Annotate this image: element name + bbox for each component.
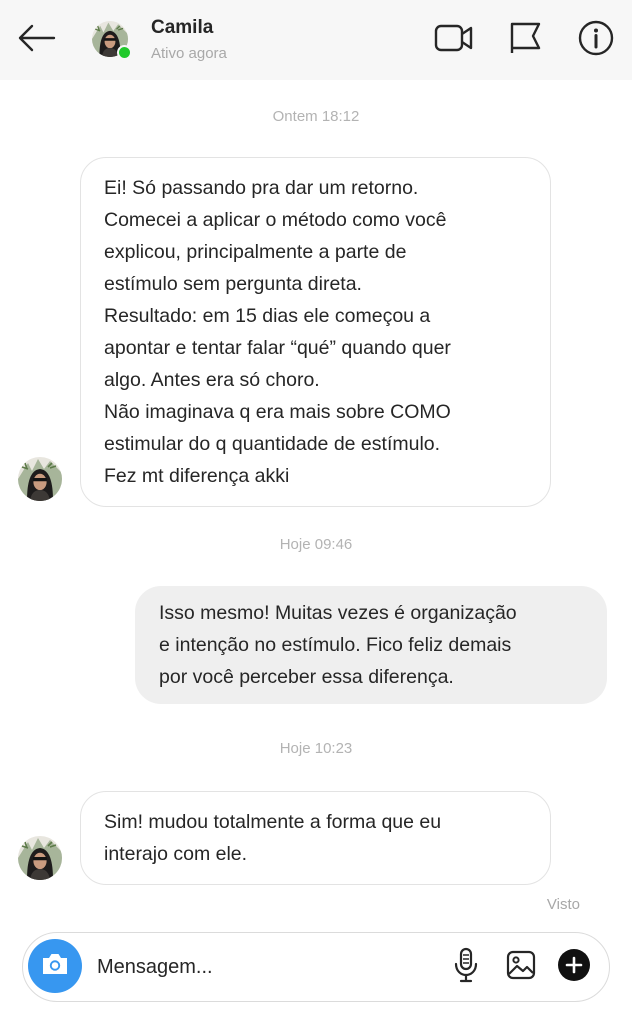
- contact-status: Ativo agora: [151, 45, 227, 62]
- incoming-message-bubble[interactable]: Sim! mudou totalmente a forma que eu int…: [80, 791, 551, 885]
- info-button[interactable]: [576, 20, 616, 60]
- message-line: Ei! Só passando pra dar um retorno.: [104, 177, 419, 199]
- message-line: Isso mesmo! Muitas vezes é organização: [159, 602, 517, 624]
- camera-icon: [40, 951, 70, 982]
- video-call-button[interactable]: [434, 20, 474, 60]
- contact-avatar[interactable]: [92, 21, 132, 60]
- camera-button[interactable]: [28, 939, 82, 993]
- chat-header: Camila Ativo agora: [0, 0, 632, 80]
- message-input[interactable]: [97, 951, 427, 983]
- plus-icon: [557, 948, 591, 987]
- report-button[interactable]: [505, 20, 545, 60]
- outgoing-message-bubble[interactable]: Isso mesmo! Muitas vezes é organização e…: [135, 586, 607, 704]
- message-line: Resultado: em 15 dias ele começou a: [104, 305, 431, 327]
- gallery-icon: [505, 949, 537, 986]
- back-button[interactable]: [14, 20, 58, 60]
- contact-name[interactable]: Camila: [151, 17, 213, 39]
- message-composer: [22, 932, 610, 1002]
- sender-avatar[interactable]: [18, 836, 62, 880]
- message-line: interajo com ele.: [104, 843, 248, 865]
- seen-indicator: Visto: [546, 896, 580, 913]
- message-line: Comecei a aplicar o método como você: [104, 209, 447, 231]
- back-arrow-icon: [16, 23, 56, 58]
- message-line: explicou, principalmente a parte de: [104, 241, 407, 263]
- message-line: estimular do q quantidade de estímulo.: [104, 433, 441, 455]
- message-line: por você perceber essa diferença.: [159, 666, 454, 688]
- voice-message-button[interactable]: [447, 947, 485, 988]
- message-timestamp: Hoje 09:46: [279, 536, 353, 553]
- video-camera-icon: [434, 22, 474, 59]
- message-line: algo. Antes era só choro.: [104, 369, 320, 391]
- gallery-button[interactable]: [502, 948, 540, 986]
- incoming-message-bubble[interactable]: Ei! Só passando pra dar um retorno. Come…: [80, 157, 551, 507]
- more-options-button[interactable]: [555, 948, 593, 986]
- message-line: Fez mt diferença akki: [104, 465, 290, 487]
- message-line: Não imaginava q era mais sobre COMO: [104, 401, 451, 423]
- info-icon: [578, 20, 614, 61]
- message-line: apontar e tentar falar “qué” quando quer: [104, 337, 451, 359]
- sender-avatar[interactable]: [18, 457, 62, 501]
- message-line: e intenção no estímulo. Fico feliz demai…: [159, 634, 512, 656]
- microphone-icon: [453, 947, 479, 988]
- flag-icon: [507, 21, 543, 60]
- online-status-dot: [117, 45, 132, 60]
- message-timestamp: Ontem 18:12: [272, 108, 360, 125]
- message-timestamp: Hoje 10:23: [279, 740, 353, 757]
- message-line: Sim! mudou totalmente a forma que eu: [104, 811, 442, 833]
- message-line: estímulo sem pergunta direta.: [104, 273, 362, 295]
